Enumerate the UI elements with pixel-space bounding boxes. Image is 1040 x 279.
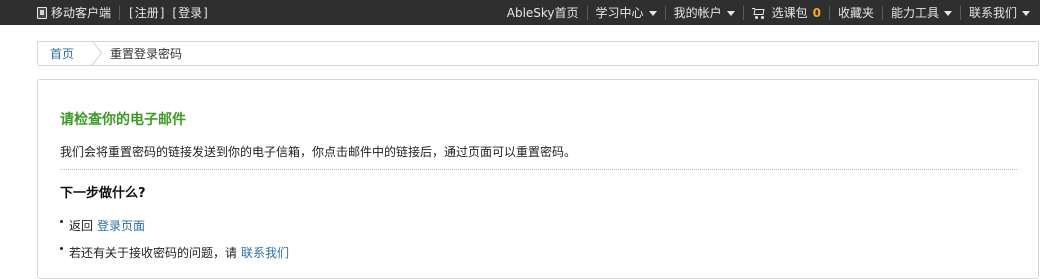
topbar-right: AbleSky首页 学习中心 我的帐户 选课包 0 收藏夹 能力工具 联系我们 — [507, 0, 1030, 25]
learning-center-menu[interactable]: 学习中心 — [596, 4, 657, 21]
my-account-menu[interactable]: 我的帐户 — [674, 4, 735, 21]
breadcrumb-current: 重置登录密码 — [110, 47, 183, 61]
mobile-phone-icon — [37, 6, 47, 19]
check-email-panel: 请检查你的电子邮件 我们会将重置密码的链接发送到你的电子信箱，你点击邮件中的链接… — [37, 79, 1039, 279]
contact-us-menu[interactable]: 联系我们 — [969, 4, 1030, 21]
login-link[interactable]: 登录 — [178, 4, 202, 21]
course-cart-link[interactable]: 选课包 0 — [751, 4, 821, 21]
breadcrumb: 首页 重置登录密码 — [37, 41, 1039, 66]
divider — [586, 5, 588, 20]
register-link[interactable]: 注册 — [135, 4, 159, 21]
divider — [828, 5, 830, 20]
ablesky-home-link[interactable]: AbleSky首页 — [507, 4, 579, 21]
topbar-left: 移动客户端 [注册] [登录] — [37, 0, 209, 25]
list-item: 若还有关于接收密码的问题，请 联系我们 — [60, 244, 289, 261]
favorites-link[interactable]: 收藏夹 — [838, 4, 874, 21]
breadcrumb-separator-icon — [88, 42, 100, 65]
next-steps-heading: 下一步做什么? — [60, 186, 146, 201]
mobile-client-link[interactable]: 移动客户端 — [51, 4, 111, 21]
chevron-down-icon — [1022, 11, 1030, 16]
chevron-down-icon — [943, 11, 952, 16]
list-item: 返回 登录页面 — [60, 217, 145, 234]
page-title: 请检查你的电子邮件 — [60, 112, 186, 128]
divider — [742, 5, 744, 20]
contact-us-link[interactable]: 联系我们 — [241, 244, 289, 261]
divider — [959, 5, 961, 20]
top-navigation-bar: 移动客户端 [注册] [登录] AbleSky首页 学习中心 我的帐户 选课包 … — [0, 0, 1040, 25]
instruction-text: 我们会将重置密码的链接发送到你的电子信箱，你点击邮件中的链接后，通过页面可以重置… — [60, 145, 577, 159]
bullet-icon — [60, 220, 63, 223]
bullet-icon — [60, 247, 63, 250]
divider — [664, 5, 666, 20]
chevron-down-icon — [648, 11, 657, 16]
login-page-link[interactable]: 登录页面 — [97, 217, 145, 234]
divider — [60, 169, 1017, 170]
shopping-cart-icon — [751, 7, 766, 19]
ability-tools-menu[interactable]: 能力工具 — [891, 4, 952, 21]
divider — [881, 5, 883, 20]
chevron-down-icon — [726, 11, 735, 16]
cart-count-badge: 0 — [812, 5, 821, 20]
divider — [119, 5, 121, 20]
